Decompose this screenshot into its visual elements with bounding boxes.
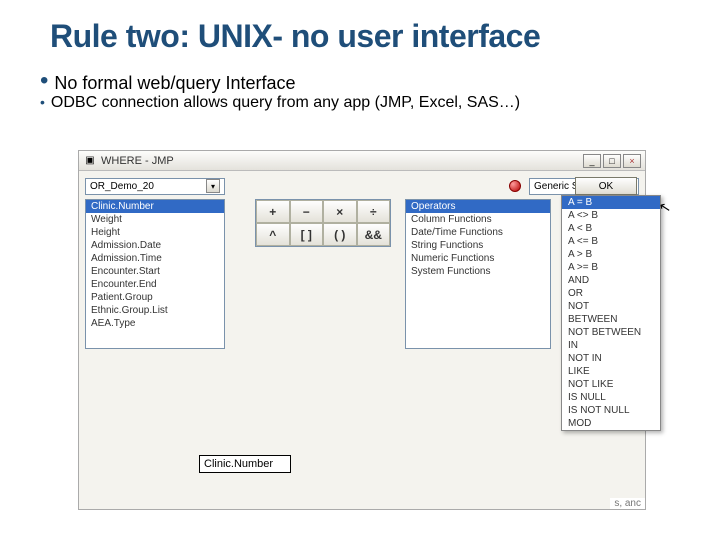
functions-listbox[interactable]: Operators Column Functions Date/Time Fun… xyxy=(405,199,551,349)
chevron-down-icon[interactable]: ▾ xyxy=(206,179,220,193)
list-item[interactable]: Ethnic.Group.List xyxy=(86,304,224,317)
list-item[interactable]: System Functions xyxy=(406,265,550,278)
op-button[interactable]: − xyxy=(290,200,324,223)
list-item[interactable]: Height xyxy=(86,226,224,239)
close-button[interactable]: × xyxy=(623,154,641,168)
list-item[interactable]: AEA.Type xyxy=(86,317,224,330)
menu-item[interactable]: IS NOT NULL xyxy=(562,404,660,417)
titlebar[interactable]: ▣ WHERE - JMP _ □ × xyxy=(79,151,645,171)
bullet-text-1: No formal web/query Interface xyxy=(54,71,295,94)
embedded-screenshot: ▣ WHERE - JMP _ □ × OR_Demo_20 ▾ Generic… xyxy=(78,150,646,510)
maximize-button[interactable]: □ xyxy=(603,154,621,168)
columns-listbox[interactable]: Clinic.Number Weight Height Admission.Da… xyxy=(85,199,225,349)
slide-title: Rule two: UNIX- no user interface xyxy=(0,0,720,63)
list-item[interactable]: Admission.Date xyxy=(86,239,224,252)
menu-item[interactable]: A <= B xyxy=(562,235,660,248)
menu-item[interactable]: IN xyxy=(562,339,660,352)
menu-item[interactable]: A > B xyxy=(562,248,660,261)
window-title: WHERE - JMP xyxy=(101,155,174,167)
list-item[interactable]: String Functions xyxy=(406,239,550,252)
ok-button[interactable]: OK xyxy=(575,177,637,195)
menu-item[interactable]: NOT IN xyxy=(562,352,660,365)
list-item[interactable]: Clinic.Number xyxy=(86,200,224,213)
table-select[interactable]: OR_Demo_20 ▾ xyxy=(85,178,225,195)
menu-item[interactable]: NOT xyxy=(562,300,660,313)
minimize-button[interactable]: _ xyxy=(583,154,601,168)
op-button[interactable]: × xyxy=(323,200,357,223)
jmp-window: ▣ WHERE - JMP _ □ × OR_Demo_20 ▾ Generic… xyxy=(78,150,646,510)
bullet-dot: • xyxy=(40,94,45,110)
list-item[interactable]: Column Functions xyxy=(406,213,550,226)
table-select-value: OR_Demo_20 xyxy=(90,181,154,192)
bullet-dot: • xyxy=(40,71,48,91)
list-item[interactable]: Weight xyxy=(86,213,224,226)
operators-dropdown[interactable]: A = B A <> B A < B A <= B A > B A >= B A… xyxy=(561,195,661,431)
menu-item[interactable]: MOD xyxy=(562,417,660,430)
op-button[interactable]: ^ xyxy=(256,223,290,246)
menu-item[interactable]: IS NULL xyxy=(562,391,660,404)
op-button[interactable]: ( ) xyxy=(323,223,357,246)
op-button[interactable]: ÷ xyxy=(357,200,391,223)
list-item[interactable]: Patient.Group xyxy=(86,291,224,304)
menu-item[interactable]: BETWEEN xyxy=(562,313,660,326)
app-icon: ▣ xyxy=(83,154,97,168)
op-button[interactable]: [ ] xyxy=(290,223,324,246)
list-item[interactable]: Numeric Functions xyxy=(406,252,550,265)
list-item[interactable]: Encounter.Start xyxy=(86,265,224,278)
menu-item[interactable]: A < B xyxy=(562,222,660,235)
list-item[interactable]: Operators xyxy=(406,200,550,213)
operators-keypad: + − × ÷ ^ [ ] ( ) && xyxy=(255,199,391,247)
menu-item[interactable]: A >= B xyxy=(562,261,660,274)
record-icon xyxy=(509,180,521,192)
truncated-text: s, anc xyxy=(610,498,645,509)
menu-item[interactable]: OR xyxy=(562,287,660,300)
op-button[interactable]: + xyxy=(256,200,290,223)
list-item[interactable]: Date/Time Functions xyxy=(406,226,550,239)
menu-item[interactable]: NOT LIKE xyxy=(562,378,660,391)
bullet-text-2: ODBC connection allows query from any ap… xyxy=(51,94,520,112)
selected-column-tag[interactable]: Clinic.Number xyxy=(199,455,291,473)
list-item[interactable]: Admission.Time xyxy=(86,252,224,265)
op-button[interactable]: && xyxy=(357,223,391,246)
menu-item[interactable]: A = B xyxy=(562,196,660,209)
bullet-list: • No formal web/query Interface • ODBC c… xyxy=(0,63,720,112)
menu-item[interactable]: LIKE xyxy=(562,365,660,378)
menu-item[interactable]: AND xyxy=(562,274,660,287)
list-item[interactable]: Encounter.End xyxy=(86,278,224,291)
menu-item[interactable]: NOT BETWEEN xyxy=(562,326,660,339)
menu-item[interactable]: A <> B xyxy=(562,209,660,222)
cursor-icon: ↖ xyxy=(657,198,672,217)
